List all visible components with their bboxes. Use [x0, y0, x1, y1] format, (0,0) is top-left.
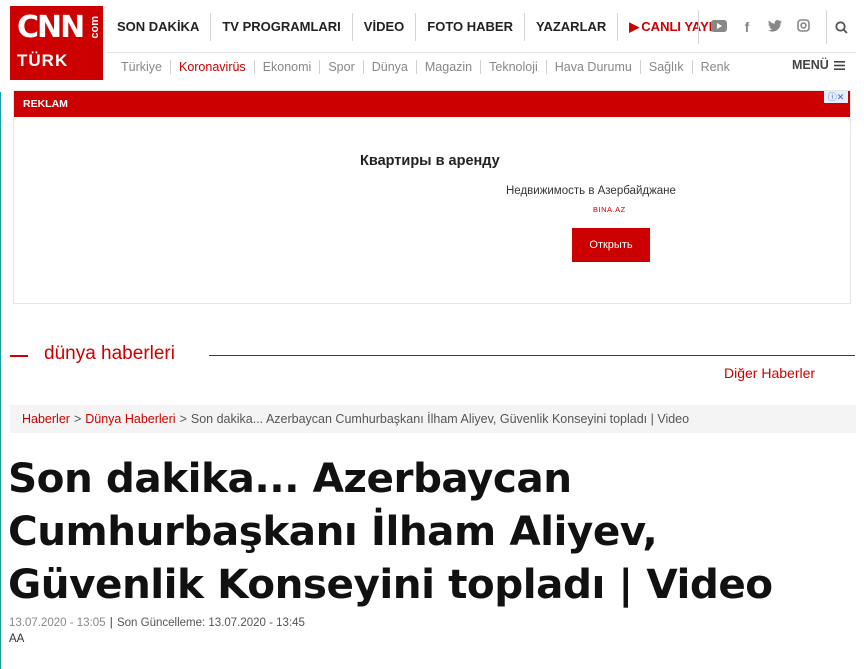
instagram-icon[interactable] — [789, 19, 817, 35]
section-line — [209, 355, 855, 356]
menu-button[interactable]: MENÜ — [792, 58, 845, 72]
other-news-link[interactable]: Diğer Haberler — [724, 365, 815, 381]
youtube-icon[interactable] — [705, 19, 733, 35]
facebook-icon[interactable]: f — [733, 19, 761, 35]
ad-domain: BINA.AZ — [593, 205, 626, 214]
category-koronavirus[interactable]: Koronavirüs — [171, 60, 255, 74]
social-links: f — [698, 10, 817, 44]
play-icon: ▶ — [629, 19, 640, 34]
ad-header-bar: REKLAM — [14, 91, 850, 117]
logo-turk-text: TÜRK — [17, 51, 69, 70]
category-teknoloji[interactable]: Teknoloji — [481, 60, 547, 74]
hamburger-icon — [833, 60, 845, 70]
category-navigation: Türkiye Koronavirüs Ekonomi Spor Dünya M… — [113, 58, 738, 76]
category-renk[interactable]: Renk — [693, 60, 738, 74]
ad-subtitle: Недвижимость в Азербайджане — [506, 185, 676, 197]
search-button[interactable] — [826, 10, 856, 44]
article-headline: Son dakika... Azerbaycan Cumhurbaşkanı İ… — [8, 454, 773, 608]
ad-open-button[interactable]: Открыть — [572, 228, 650, 262]
nav-foto-haber[interactable]: FOTO HABER — [416, 13, 525, 41]
meta-separator: | — [109, 617, 113, 629]
twitter-icon[interactable] — [761, 19, 789, 35]
updated-date: Son Güncelleme: 13.07.2020 - 13:45 — [116, 617, 305, 629]
section-dash — [10, 355, 28, 357]
nav-video[interactable]: VİDEO — [353, 13, 417, 41]
advertisement[interactable]: REKLAM ⓘ✕ Квартиры в аренду Недвижимость… — [13, 90, 851, 304]
logo-cnn-text: CNN — [17, 10, 85, 45]
section-title[interactable]: dünya haberleri — [44, 343, 175, 365]
left-edge-line — [0, 92, 1, 669]
category-turkiye[interactable]: Türkiye — [113, 60, 171, 74]
breadcrumb-dunya-haberleri[interactable]: Dünya Haberleri — [85, 412, 175, 426]
category-spor[interactable]: Spor — [320, 60, 364, 74]
article-source: AA — [9, 633, 25, 645]
ad-label: REKLAM — [23, 98, 68, 110]
category-dunya[interactable]: Dünya — [364, 60, 417, 74]
breadcrumb: Haberler > Dünya Haberleri > Son dakika.… — [10, 405, 856, 433]
category-hava-durumu[interactable]: Hava Durumu — [547, 60, 641, 74]
logo-dotcom-text: com — [89, 16, 101, 39]
cnn-turk-logo[interactable]: CNN TÜRK com — [10, 6, 103, 80]
nav-son-dakika[interactable]: SON DAKİKA — [106, 13, 212, 41]
adchoices-icon[interactable]: ⓘ✕ — [824, 91, 848, 103]
nav-yazarlar[interactable]: YAZARLAR — [525, 13, 619, 41]
breadcrumb-separator: > — [179, 412, 187, 426]
search-icon — [835, 20, 848, 34]
breadcrumb-haberler[interactable]: Haberler — [22, 412, 70, 426]
article-meta: 13.07.2020 - 13:05 | Son Güncelleme: 13.… — [9, 617, 305, 629]
category-saglik[interactable]: Sağlık — [641, 60, 693, 74]
category-magazin[interactable]: Magazin — [417, 60, 482, 74]
ad-title: Квартиры в аренду — [360, 153, 500, 169]
header-divider — [106, 52, 856, 53]
nav-tv-programlari[interactable]: TV PROGRAMLARI — [211, 13, 353, 41]
menu-label: MENÜ — [792, 58, 829, 72]
category-ekonomi[interactable]: Ekonomi — [255, 60, 321, 74]
top-navigation: SON DAKİKA TV PROGRAMLARI VİDEO FOTO HAB… — [106, 10, 733, 44]
published-date: 13.07.2020 - 13:05 — [9, 617, 106, 629]
breadcrumb-separator: > — [73, 412, 82, 426]
breadcrumb-current: Son dakika... Azerbaycan Cumhurbaşkanı İ… — [190, 412, 690, 426]
